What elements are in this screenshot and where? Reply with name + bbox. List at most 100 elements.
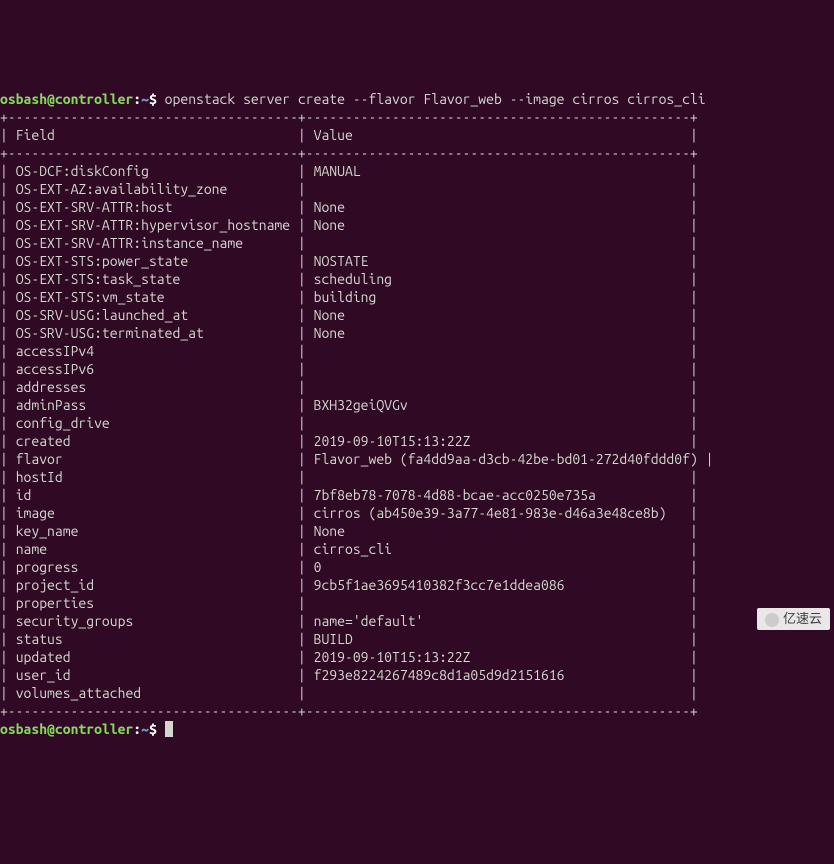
cell-field: OS-DCF:diskConfig (16, 163, 290, 179)
prompt-at: @ (47, 91, 55, 107)
cell-value (314, 181, 682, 197)
cell-field: progress (16, 559, 290, 575)
table-row: | project_id | 9cb5f1ae3695410382f3cc7e1… (0, 577, 698, 593)
cell-field: config_drive (16, 415, 290, 431)
cell-field: OS-EXT-STS:power_state (16, 253, 290, 269)
column-header-value: Value (314, 127, 353, 143)
cell-value (314, 685, 682, 701)
table-row: | accessIPv4 | | (0, 343, 698, 359)
cell-value: cirros (ab450e39-3a77-4e81-983e-d46a3e48… (314, 505, 682, 521)
cell-value: 0 (314, 559, 682, 575)
cell-value: scheduling (314, 271, 682, 287)
cell-field: OS-EXT-SRV-ATTR:hypervisor_hostname (16, 217, 290, 233)
table-row: | OS-EXT-STS:task_state | scheduling | (0, 271, 698, 287)
table-row: | OS-EXT-AZ:availability_zone | | (0, 181, 698, 197)
table-row: | key_name | None | (0, 523, 698, 539)
cell-field: OS-SRV-USG:terminated_at (16, 325, 290, 341)
cell-field: status (16, 631, 290, 647)
table-row: | security_groups | name='default' | (0, 613, 698, 629)
cell-value (314, 469, 682, 485)
cell-field: image (16, 505, 290, 521)
cell-field: OS-EXT-STS:vm_state (16, 289, 290, 305)
table-border-mid: +-------------------------------------+-… (0, 145, 698, 161)
cell-field: accessIPv4 (16, 343, 290, 359)
cell-value: 2019-09-10T15:13:22Z (314, 433, 682, 449)
cell-field: OS-EXT-SRV-ATTR:host (16, 199, 290, 215)
cell-field: accessIPv6 (16, 361, 290, 377)
cell-value: 2019-09-10T15:13:22Z (314, 649, 682, 665)
cell-field: hostId (16, 469, 290, 485)
cell-field: id (16, 487, 290, 503)
table-row: | OS-SRV-USG:launched_at | None | (0, 307, 698, 323)
cell-value: 7bf8eb78-7078-4d88-bcae-acc0250e735a (314, 487, 682, 503)
table-border-top: +-------------------------------------+-… (0, 109, 698, 125)
table-row: | OS-EXT-SRV-ATTR:hypervisor_hostname | … (0, 217, 698, 233)
table-row: | updated | 2019-09-10T15:13:22Z | (0, 649, 698, 665)
cell-field: OS-EXT-STS:task_state (16, 271, 290, 287)
prompt-host: controller (55, 91, 133, 107)
cell-value: None (314, 325, 682, 341)
cell-field: security_groups (16, 613, 290, 629)
cell-field: volumes_attached (16, 685, 290, 701)
prompt-user: osbash (0, 91, 47, 107)
prompt-path: ~ (141, 91, 149, 107)
cell-value: Flavor_web (fa4dd9aa-d3cb-42be-bd01-272d… (314, 451, 698, 467)
cell-value (314, 595, 682, 611)
cell-value (314, 379, 682, 395)
prompt-line[interactable]: osbash@controller:~$ openstack server cr… (0, 91, 706, 107)
prompt-line-2[interactable]: osbash@controller:~$ (0, 721, 173, 737)
cell-value (314, 415, 682, 431)
column-header-field: Field (16, 127, 55, 143)
prompt-symbol: $ (149, 721, 157, 737)
table-row: | OS-EXT-STS:vm_state | building | (0, 289, 698, 305)
cell-field: updated (16, 649, 290, 665)
cell-value: NOSTATE (314, 253, 682, 269)
watermark-text: 亿速云 (783, 611, 822, 626)
cell-value (314, 343, 682, 359)
prompt-at: @ (47, 721, 55, 737)
cell-value: 9cb5f1ae3695410382f3cc7e1ddea086 (314, 577, 682, 593)
prompt-colon: : (133, 721, 141, 737)
cell-value: None (314, 523, 682, 539)
cell-value: cirros_cli (314, 541, 682, 557)
prompt-symbol: $ (149, 91, 157, 107)
cell-field: created (16, 433, 290, 449)
table-row: | id | 7bf8eb78-7078-4d88-bcae-acc0250e7… (0, 487, 698, 503)
terminal-output: osbash@controller:~$ openstack server cr… (0, 72, 834, 738)
table-border-bottom: +-------------------------------------+-… (0, 703, 698, 719)
cell-value: None (314, 199, 682, 215)
cell-field: adminPass (16, 397, 290, 413)
prompt-path: ~ (141, 721, 149, 737)
table-row: | OS-SRV-USG:terminated_at | None | (0, 325, 698, 341)
cell-field: project_id (16, 577, 290, 593)
table-row: | name | cirros_cli | (0, 541, 698, 557)
cell-field: OS-EXT-SRV-ATTR:instance_name (16, 235, 290, 251)
table-row: | status | BUILD | (0, 631, 698, 647)
cell-value: BUILD (314, 631, 682, 647)
table-row: | flavor | Flavor_web (fa4dd9aa-d3cb-42b… (0, 451, 713, 467)
cell-field: key_name (16, 523, 290, 539)
table-row: | created | 2019-09-10T15:13:22Z | (0, 433, 698, 449)
cell-value: None (314, 307, 682, 323)
cell-field: name (16, 541, 290, 557)
table-row: | image | cirros (ab450e39-3a77-4e81-983… (0, 505, 698, 521)
table-row: | adminPass | BXH32geiQVGv | (0, 397, 698, 413)
cell-field: flavor (16, 451, 290, 467)
cell-value: building (314, 289, 682, 305)
table-body: | OS-DCF:diskConfig | MANUAL | | OS-EXT-… (0, 162, 834, 702)
cursor (165, 721, 173, 737)
watermark: 亿速云 (757, 608, 830, 630)
cell-field: OS-EXT-AZ:availability_zone (16, 181, 290, 197)
prompt-colon: : (133, 91, 141, 107)
table-row: | volumes_attached | | (0, 685, 698, 701)
cell-field: OS-SRV-USG:launched_at (16, 307, 290, 323)
cell-value (314, 235, 682, 251)
table-row: | accessIPv6 | | (0, 361, 698, 377)
table-row: | OS-EXT-SRV-ATTR:instance_name | | (0, 235, 698, 251)
table-row: | addresses | | (0, 379, 698, 395)
table-row: | OS-DCF:diskConfig | MANUAL | (0, 163, 698, 179)
table-row: | config_drive | | (0, 415, 698, 431)
table-row: | OS-EXT-STS:power_state | NOSTATE | (0, 253, 698, 269)
cell-field: properties (16, 595, 290, 611)
watermark-icon (765, 613, 779, 627)
